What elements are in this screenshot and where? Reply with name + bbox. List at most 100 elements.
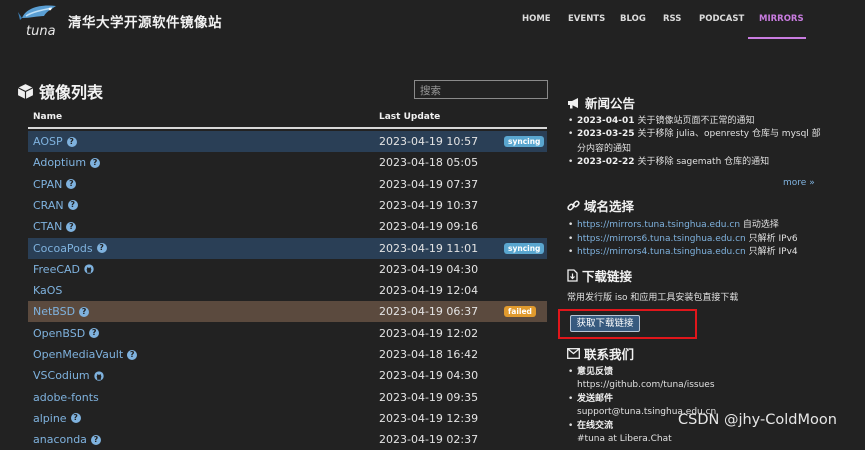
- file-download-icon: [567, 269, 578, 282]
- mirror-name-link[interactable]: CTAN?: [33, 220, 77, 234]
- envelope-icon: [567, 348, 580, 359]
- get-download-link-button[interactable]: 获取下载链接: [570, 315, 640, 332]
- mirror-name: AOSP: [33, 135, 63, 148]
- mirror-name-link[interactable]: CocoaPods?: [33, 242, 107, 255]
- news-title: 新闻公告: [585, 96, 636, 111]
- nav-blog[interactable]: BLOG: [620, 14, 646, 24]
- nav-mirrors[interactable]: MIRRORS: [759, 14, 804, 24]
- domain-link[interactable]: https://mirrors6.tuna.tsinghua.edu.cn: [577, 234, 746, 244]
- table-row: OpenBSD? 2023-04-19 12:02: [28, 323, 547, 344]
- domain-note: 只解析 IPv4: [748, 247, 798, 257]
- news-item[interactable]: 2023-03-25 关于移除 julia、openresty 仓库与 mysq…: [568, 128, 821, 141]
- news-text[interactable]: 关于移除 sagemath 仓库的通知: [637, 157, 769, 167]
- search-input[interactable]: 搜索: [414, 80, 548, 99]
- mirror-list-title: 镜像列表: [39, 83, 104, 102]
- help-icon[interactable]: ?: [96, 243, 107, 253]
- mirror-name: CocoaPods: [33, 241, 93, 255]
- mirror-name-link[interactable]: AOSP?: [33, 135, 77, 148]
- github-icon[interactable]: [84, 264, 94, 274]
- mirror-name-link[interactable]: FreeCAD: [33, 263, 94, 276]
- contact-label-text: 发送邮件: [577, 394, 614, 404]
- column-header-name[interactable]: Name: [33, 112, 62, 122]
- last-update-cell: 2023-04-19 04:30: [379, 262, 479, 276]
- mirror-name-link[interactable]: Adoptium?: [33, 156, 101, 170]
- mirror-name-link[interactable]: adobe-fonts: [33, 391, 99, 404]
- contact-title: 联系我们: [584, 347, 635, 362]
- table-row: NetBSD? 2023-04-19 06:37 failed: [28, 301, 547, 323]
- mirror-name-link[interactable]: CRAN?: [33, 199, 78, 212]
- mirror-name-link[interactable]: OpenMediaVault?: [33, 348, 138, 361]
- last-update-cell: 2023-04-19 02:37: [379, 433, 479, 447]
- mirror-name-link[interactable]: NetBSD?: [33, 305, 90, 319]
- logo-text: tuna: [26, 24, 56, 38]
- help-icon[interactable]: ?: [67, 200, 78, 211]
- domain-link[interactable]: https://mirrors.tuna.tsinghua.edu.cn: [577, 220, 740, 230]
- domain-note: 自动选择: [742, 220, 779, 230]
- last-update-cell: 2023-04-19 10:37: [379, 198, 479, 212]
- mirror-name-link[interactable]: alpine?: [33, 412, 81, 425]
- help-icon[interactable]: ?: [90, 434, 101, 445]
- more-news-link[interactable]: more »: [783, 178, 815, 188]
- github-icon[interactable]: [93, 371, 104, 381]
- table-row: CTAN? 2023-04-19 09:16: [28, 216, 547, 237]
- news-item[interactable]: 2023-04-01 关于镜像站页面不正常的通知: [568, 115, 754, 128]
- help-icon[interactable]: ?: [66, 221, 77, 232]
- mirror-name: OpenMediaVault: [33, 348, 124, 361]
- mirror-name-link[interactable]: OpenBSD?: [33, 327, 100, 340]
- mirror-name: NetBSD: [33, 305, 76, 319]
- last-update-cell: 2023-04-19 04:30: [379, 369, 479, 383]
- mirror-name-link[interactable]: anaconda?: [33, 433, 101, 446]
- column-header-last-update[interactable]: Last Update: [379, 112, 440, 122]
- news-text[interactable]: 关于镜像站页面不正常的通知: [637, 116, 754, 126]
- more-label: more: [783, 178, 807, 188]
- nav-rss[interactable]: RSS: [663, 14, 681, 24]
- nav-home[interactable]: HOME: [522, 14, 551, 24]
- nav-events[interactable]: EVENTS: [568, 14, 605, 24]
- domain-note: 只解析 IPv6: [748, 234, 798, 244]
- table-row: AOSP? 2023-04-19 10:57 syncing: [28, 131, 547, 152]
- tuna-logo[interactable]: tuna: [16, 2, 62, 38]
- help-icon[interactable]: ?: [89, 328, 100, 339]
- domain-item: https://mirrors6.tuna.tsinghua.edu.cn 只解…: [568, 233, 798, 246]
- status-badge: syncing: [504, 242, 545, 254]
- news-item[interactable]: 2023-02-22 关于移除 sagemath 仓库的通知: [568, 156, 769, 169]
- help-icon[interactable]: ?: [66, 136, 77, 147]
- help-icon[interactable]: ?: [127, 349, 138, 360]
- mirror-name: CPAN: [33, 177, 63, 191]
- last-update-cell: 2023-04-19 07:37: [379, 177, 479, 191]
- table-row: alpine? 2023-04-19 12:39: [28, 408, 547, 429]
- news-date: 2023-04-01: [577, 116, 635, 126]
- nav-podcast[interactable]: PODCAST: [699, 14, 744, 24]
- mirror-list-heading: 镜像列表: [17, 79, 103, 103]
- mirror-name: VSCodium: [33, 369, 90, 383]
- site-title[interactable]: 清华大学开源软件镜像站: [68, 11, 222, 31]
- news-text-continued[interactable]: 分内容的通知: [577, 141, 631, 154]
- mirror-name: Adoptium: [33, 156, 87, 170]
- help-icon[interactable]: ?: [70, 413, 81, 424]
- mirror-name: CTAN: [33, 220, 63, 234]
- last-update-cell: 2023-04-19 06:37: [379, 305, 479, 319]
- table-row: Adoptium? 2023-04-18 05:05: [28, 152, 547, 173]
- domains-heading: 域名选择: [567, 196, 634, 215]
- feedback-link[interactable]: https://github.com/tuna/issues: [577, 380, 715, 390]
- table-row: CRAN? 2023-04-19 10:37: [28, 195, 547, 216]
- news-text[interactable]: 关于移除 julia、openresty 仓库与 mysql 部: [637, 129, 820, 139]
- download-title: 下载链接: [582, 269, 633, 284]
- domain-link[interactable]: https://mirrors4.tuna.tsinghua.edu.cn: [577, 247, 746, 257]
- table-row: CPAN? 2023-04-19 07:37: [28, 174, 547, 195]
- news-date: 2023-02-22: [577, 157, 635, 167]
- status-badge: syncing: [504, 136, 545, 147]
- link-icon: [567, 200, 580, 211]
- mirror-name: KaOS: [33, 284, 63, 298]
- help-icon[interactable]: ?: [79, 306, 90, 317]
- help-icon[interactable]: ?: [90, 157, 101, 168]
- mirror-name-link[interactable]: VSCodium: [33, 369, 104, 382]
- last-update-cell: 2023-04-18 16:42: [379, 348, 479, 361]
- domains-title: 域名选择: [584, 199, 635, 214]
- mirror-name-link[interactable]: KaOS: [33, 284, 62, 297]
- mirror-name: adobe-fonts: [33, 390, 99, 404]
- double-chevron-right-icon: »: [809, 178, 815, 188]
- help-icon[interactable]: ?: [66, 179, 77, 190]
- domain-item: https://mirrors.tuna.tsinghua.edu.cn 自动选…: [568, 219, 779, 232]
- mirror-name-link[interactable]: CPAN?: [33, 177, 77, 191]
